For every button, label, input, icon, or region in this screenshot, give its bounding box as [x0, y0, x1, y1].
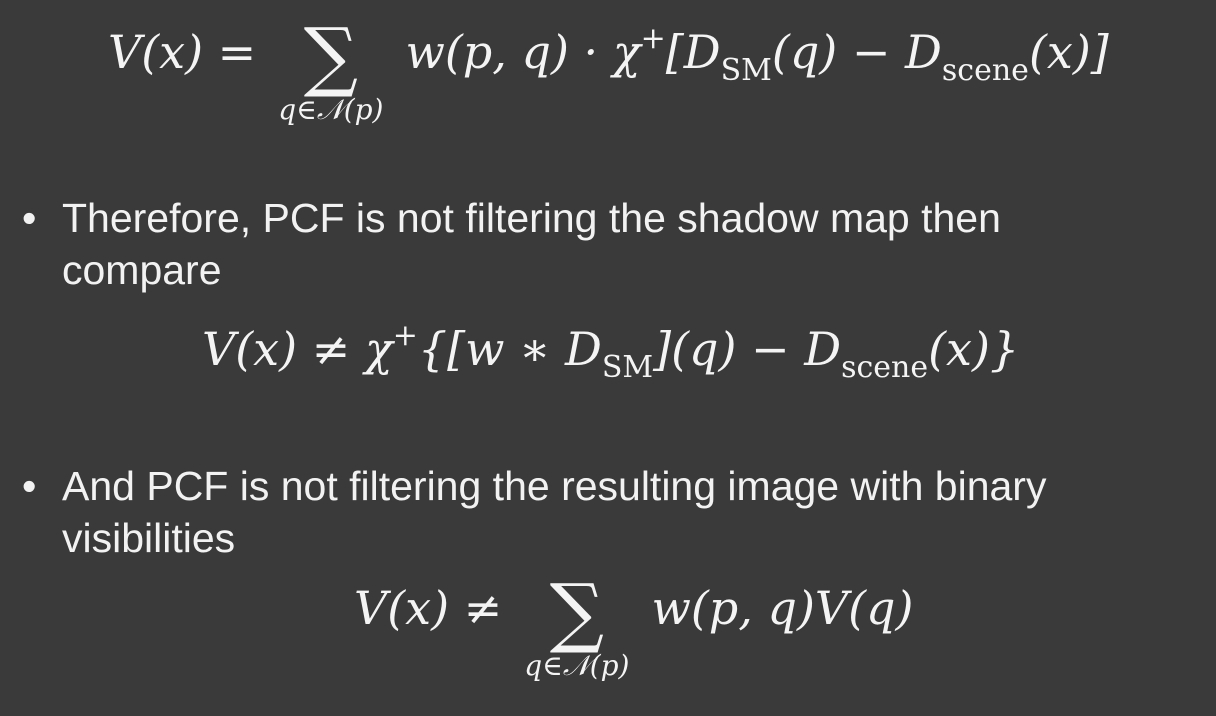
- eq1-mid: (q) − D: [771, 25, 942, 79]
- eq1-summation: ∑ q∈𝒩(p): [271, 11, 391, 124]
- bullet-dot: •: [22, 463, 37, 509]
- eq2-lhs: V(x) ≠ χ: [202, 322, 393, 376]
- equation-pcf-definition: V(x) = ∑ q∈𝒩(p) w(p, q) · χ+[DSM(q) − Ds…: [108, 11, 1109, 124]
- bullet-dot: •: [22, 195, 37, 241]
- equation-filter-shadowmap: V(x) ≠ χ+{[w ∗ DSM](q) − Dscene(x)}: [202, 321, 1019, 383]
- eq1-sup: +: [640, 21, 666, 56]
- eq3-term: w(p, q)V(q): [651, 581, 914, 635]
- eq3-sum-index: q∈𝒩(p): [524, 649, 630, 682]
- eq2-sub-sm: SM: [601, 350, 654, 385]
- eq2-end: (x)}: [928, 322, 1020, 376]
- bullet-text-line2: compare: [62, 247, 222, 293]
- eq1-sub-sm: SM: [720, 53, 772, 88]
- eq1-sum-index: q∈𝒩(p): [278, 93, 384, 126]
- sigma-symbol: ∑: [303, 11, 358, 100]
- eq1-term: w(p, q) · χ: [405, 25, 641, 79]
- eq1-lhs: V(x) =: [108, 25, 257, 79]
- eq2-mid: ](q) − D: [653, 322, 842, 376]
- eq3-summation: ∑ q∈𝒩(p): [517, 567, 637, 680]
- bullet-text-line1: Therefore, PCF is not filtering the shad…: [62, 195, 1001, 241]
- eq2-sup: +: [392, 318, 418, 353]
- bullet-item: • And PCF is not filtering the resulting…: [22, 460, 1202, 570]
- eq3-lhs: V(x) ≠: [354, 581, 503, 635]
- eq1-sub-scene: scene: [941, 53, 1029, 88]
- eq2-open: {[w ∗ D: [417, 322, 602, 376]
- eq1-bracket-open: [D: [665, 25, 721, 79]
- eq2-sub-scene: scene: [841, 350, 929, 385]
- bullet-text-line2: visibilities: [62, 515, 236, 561]
- bullet-text-line1: And PCF is not filtering the resulting i…: [62, 463, 1047, 509]
- equation-filter-visibility: V(x) ≠ ∑ q∈𝒩(p) w(p, q)V(q): [354, 567, 914, 680]
- eq1-end: (x)]: [1028, 25, 1109, 79]
- bullet-item: • Therefore, PCF is not filtering the sh…: [22, 192, 1202, 302]
- slide: V(x) = ∑ q∈𝒩(p) w(p, q) · χ+[DSM(q) − Ds…: [0, 0, 1216, 716]
- sigma-symbol: ∑: [549, 567, 604, 656]
